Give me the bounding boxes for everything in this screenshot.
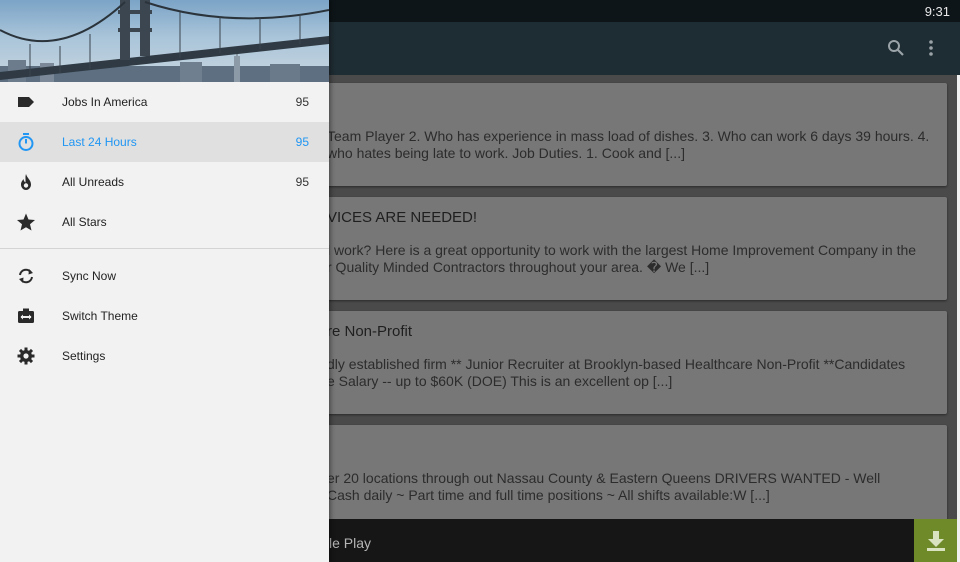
label-icon (16, 92, 36, 112)
star-icon (16, 212, 36, 232)
drawer-item-label: Settings (62, 349, 106, 363)
drawer-item-label: Sync Now (62, 269, 117, 283)
drawer-item-label: Switch Theme (62, 309, 138, 323)
drawer-item-sync-now[interactable]: Sync Now (0, 256, 329, 296)
download-button[interactable] (914, 519, 957, 562)
unread-count: 95 (295, 175, 309, 189)
drawer-item-label: All Stars (62, 215, 107, 229)
drawer-item-label: Jobs In America (62, 95, 148, 109)
gear-icon (16, 346, 36, 366)
drawer-item-label: Last 24 Hours (62, 135, 137, 149)
search-icon[interactable] (886, 38, 906, 58)
unread-count: 95 (295, 95, 309, 109)
theme-icon (16, 306, 36, 326)
play-store-label: le Play (329, 535, 372, 551)
drawer-item-last-24-hours[interactable]: Last 24 Hours 95 (0, 122, 329, 162)
drawer-item-all-stars[interactable]: All Stars (0, 202, 329, 242)
unread-count: 95 (295, 135, 309, 149)
more-vert-icon[interactable] (921, 38, 941, 58)
status-clock: 9:31 (924, 4, 950, 19)
drawer-item-all-unreads[interactable]: All Unreads 95 (0, 162, 329, 202)
timer-icon (16, 132, 36, 152)
sync-icon (16, 266, 36, 286)
download-icon (927, 531, 945, 551)
drawer-divider (0, 248, 329, 249)
drawer-item-label: All Unreads (62, 175, 125, 189)
navigation-drawer: Jobs In America 95 Last 24 Hours 95 All … (0, 0, 329, 562)
drawer-item-jobs-in-america[interactable]: Jobs In America 95 (0, 82, 329, 122)
drawer-item-settings[interactable]: Settings (0, 336, 329, 376)
fire-icon (16, 172, 36, 192)
drawer-header-image (0, 0, 329, 82)
drawer-item-switch-theme[interactable]: Switch Theme (0, 296, 329, 336)
